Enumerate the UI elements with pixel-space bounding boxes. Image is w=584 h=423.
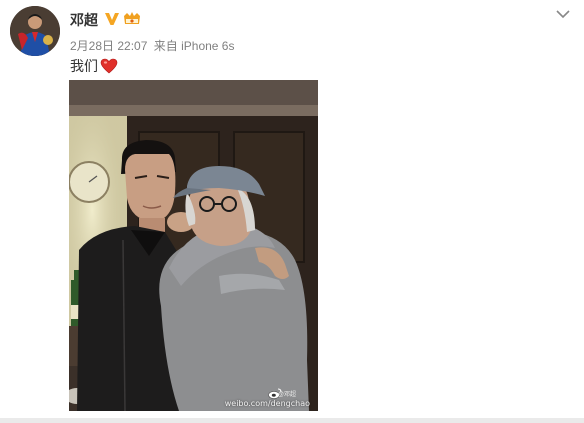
vip-member-icon[interactable] <box>123 11 141 26</box>
post-timestamp-link[interactable]: 2月28日 22:07 <box>70 39 147 53</box>
post-source-prefix: 来自 <box>153 39 178 53</box>
username-link[interactable]: 邓超 <box>70 10 98 30</box>
watermark-handle: @邓超 <box>277 392 296 398</box>
post-photo[interactable]: @邓超 weibo.com/dengchao <box>69 80 318 411</box>
heart-emoji-icon <box>100 58 118 74</box>
post-source-device-link[interactable]: iPhone 6s <box>181 39 234 53</box>
verified-v-icon[interactable] <box>104 11 120 26</box>
post-text-content: 我们 <box>70 58 98 74</box>
avatar[interactable] <box>10 6 60 56</box>
post-divider <box>0 418 584 423</box>
post-text: 我们 <box>70 56 118 76</box>
photo-watermark: weibo.com/dengchao <box>224 399 310 408</box>
post-meta: 2月28日 22:07 来自 iPhone 6s <box>70 37 234 54</box>
weibo-post-card: 邓超 2月28日 22:07 来自 iPhone 6s 我们 @邓超 weibo… <box>0 0 584 423</box>
chevron-down-icon[interactable] <box>556 6 570 19</box>
